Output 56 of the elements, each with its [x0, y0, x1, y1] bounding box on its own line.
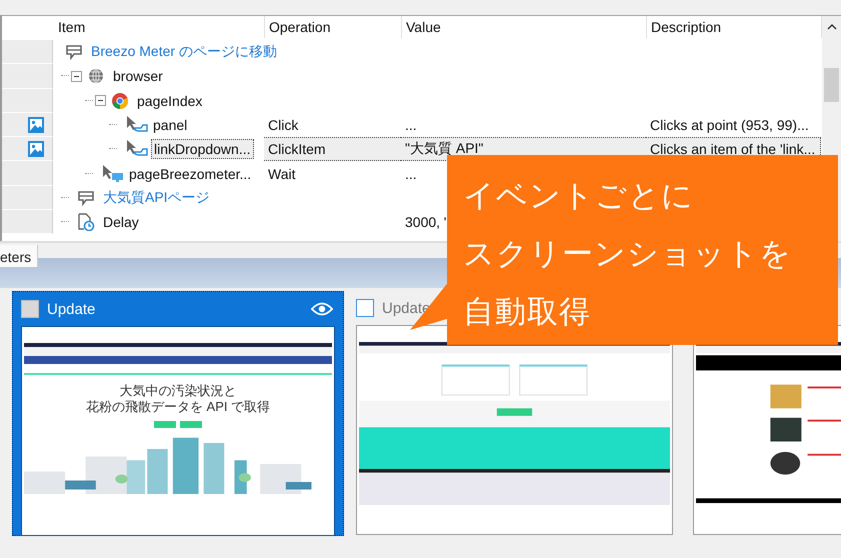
column-header[interactable]: Item [54, 16, 265, 38]
tree-connector [61, 75, 69, 78]
page-heading: 花粉の飛散データを API で取得 [86, 399, 270, 415]
screenshot-thumbnail[interactable] [693, 325, 841, 535]
tree-item[interactable]: browser [111, 67, 165, 86]
table-cell: Click [268, 117, 298, 134]
page-button [180, 421, 202, 428]
table-cell: ... [405, 166, 417, 182]
tree-connector [61, 221, 69, 224]
table-cell: Clicks an item of the 'link... [650, 141, 816, 158]
callout-text: 自動取得 [463, 293, 592, 332]
image-icon[interactable] [28, 140, 44, 157]
callout-text: イベントごとに [463, 177, 695, 216]
chrome-icon [111, 92, 129, 110]
tree-item[interactable]: panel [151, 116, 190, 134]
page-button [154, 421, 176, 428]
screenshot-thumbnail[interactable] [356, 325, 673, 535]
tab[interactable]: eters [0, 245, 38, 267]
checkbox[interactable] [21, 300, 39, 318]
column-header[interactable]: Value [402, 16, 647, 38]
speech-bubble-icon [77, 188, 95, 207]
tree-item[interactable]: 大気質APIページ [101, 188, 212, 208]
table-cell: "大気質 API" [405, 140, 484, 158]
document-clock-icon [77, 213, 95, 232]
row-header[interactable] [2, 112, 53, 138]
table-cell: ClickItem [268, 141, 326, 158]
card-title: Update [47, 300, 96, 318]
collapse-toggle[interactable] [71, 70, 82, 82]
collapse-toggle[interactable] [95, 95, 106, 106]
screenshot-thumbnail[interactable]: 大気中の汚染状況と 花粉の飛散データを API で取得 [21, 326, 335, 536]
eye-icon[interactable] [311, 302, 333, 316]
image-icon[interactable] [28, 116, 44, 133]
tree-connector [61, 196, 69, 199]
row-header[interactable] [2, 137, 53, 162]
callout-text: スクリーンショットを [463, 235, 793, 274]
page-heading: 大気中の汚染状況と [120, 383, 236, 399]
column-header[interactable]: Operation [265, 16, 402, 38]
tree-connector [85, 172, 93, 175]
tree-connector [109, 124, 117, 126]
table-cell: Wait [268, 166, 296, 182]
speech-bubble-icon [65, 43, 83, 62]
tree-connector [85, 100, 93, 102]
table-cell: Clicks at point (953, 99)... [650, 117, 809, 134]
tree-item[interactable]: linkDropdown... [151, 139, 254, 160]
scroll-up-icon[interactable] [827, 24, 837, 30]
cursor-monitor-icon [101, 164, 125, 184]
tree-item[interactable]: pageIndex [135, 92, 204, 110]
tree-item[interactable]: Delay [101, 213, 141, 232]
scroll-thumb[interactable] [824, 68, 839, 102]
table-cell: ... [405, 117, 417, 134]
tree-item[interactable]: pageBreezometer... [127, 164, 254, 183]
screenshot-card[interactable]: Update 大気中の汚染状況と 花粉の飛散データを API で取得 [12, 291, 344, 536]
tree-item[interactable]: Breezo Meter のページに移動 [89, 42, 279, 62]
tree-connector [109, 148, 117, 150]
checkbox[interactable] [356, 299, 374, 317]
globe-icon [87, 67, 105, 86]
